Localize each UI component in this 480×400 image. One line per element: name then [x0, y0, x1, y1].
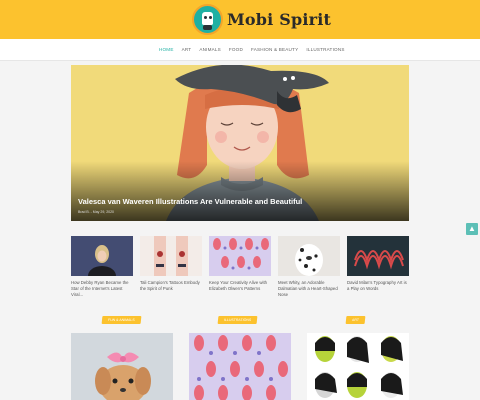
- tile-post[interactable]: David Milan's Typography Art is a Play o…: [347, 236, 409, 298]
- nav-item-art[interactable]: ART: [182, 47, 192, 52]
- chevron-up-icon: ▲: [468, 224, 476, 233]
- main-nav: HOME ART ANIMALS FOOD FASHION & BEAUTY I…: [0, 39, 480, 61]
- tile-thumbnail[interactable]: [347, 236, 409, 276]
- tile-post[interactable]: How Debby Ryan Became the Star of the In…: [71, 236, 133, 298]
- tile-post[interactable]: Keep Your Creativity Alive with Elizabet…: [209, 236, 271, 298]
- hero-meta: Brad B. - May 29, 2020: [78, 210, 114, 214]
- post-image-pattern[interactable]: [189, 333, 291, 400]
- tile-thumbnail[interactable]: [278, 236, 340, 276]
- featured-tiles-row: How Debby Ryan Became the Star of the In…: [71, 236, 409, 301]
- tile-post[interactable]: Meet Whity, an Adorable Dalmatian with a…: [278, 236, 340, 298]
- nav-item-fashion-beauty[interactable]: FASHION & BEAUTY: [251, 47, 298, 52]
- logo-robot-body: [203, 25, 212, 30]
- tile-post[interactable]: Tali Campion's Tattoos Embody the Spirit…: [140, 236, 202, 298]
- nav-item-illustrations[interactable]: ILLUSTRATIONS: [306, 47, 344, 52]
- category-label-art[interactable]: ART: [345, 316, 366, 324]
- tile-thumbnail[interactable]: [209, 236, 271, 276]
- tile-caption[interactable]: How Debby Ryan Became the Star of the In…: [71, 280, 133, 298]
- robot-logo-icon[interactable]: [192, 4, 223, 35]
- post-image-art[interactable]: [307, 333, 409, 400]
- nav-items: HOME ART ANIMALS FOOD FASHION & BEAUTY I…: [159, 47, 345, 52]
- tile-caption[interactable]: Keep Your Creativity Alive with Elizabet…: [209, 280, 271, 298]
- category-label-illustrations[interactable]: ILLUSTRATIONS: [217, 316, 258, 324]
- tile-caption[interactable]: Meet Whity, an Adorable Dalmatian with a…: [278, 280, 340, 298]
- nav-item-home[interactable]: HOME: [159, 47, 174, 52]
- scroll-to-top-button[interactable]: ▲: [466, 223, 478, 235]
- nav-item-animals[interactable]: ANIMALS: [199, 47, 221, 52]
- hero-title[interactable]: Valesca van Waveren Illustrations Are Vu…: [78, 197, 302, 206]
- tile-thumbnail[interactable]: [140, 236, 202, 276]
- tile-caption[interactable]: David Milan's Typography Art is a Play o…: [347, 280, 409, 298]
- hero-gradient-overlay: [71, 161, 409, 221]
- category-label-fun-animals[interactable]: FUN & ANIMALS: [101, 316, 142, 324]
- tile-thumbnail[interactable]: [71, 236, 133, 276]
- nav-item-food[interactable]: FOOD: [229, 47, 243, 52]
- logo-robot-eye: [204, 16, 207, 19]
- site-header: Mobi Spirit: [0, 0, 480, 39]
- post-image-puppy[interactable]: [71, 333, 173, 400]
- logo-robot-eye: [209, 16, 212, 19]
- brand-name[interactable]: Mobi Spirit: [227, 10, 331, 29]
- tile-caption[interactable]: Tali Campion's Tattoos Embody the Spirit…: [140, 280, 202, 298]
